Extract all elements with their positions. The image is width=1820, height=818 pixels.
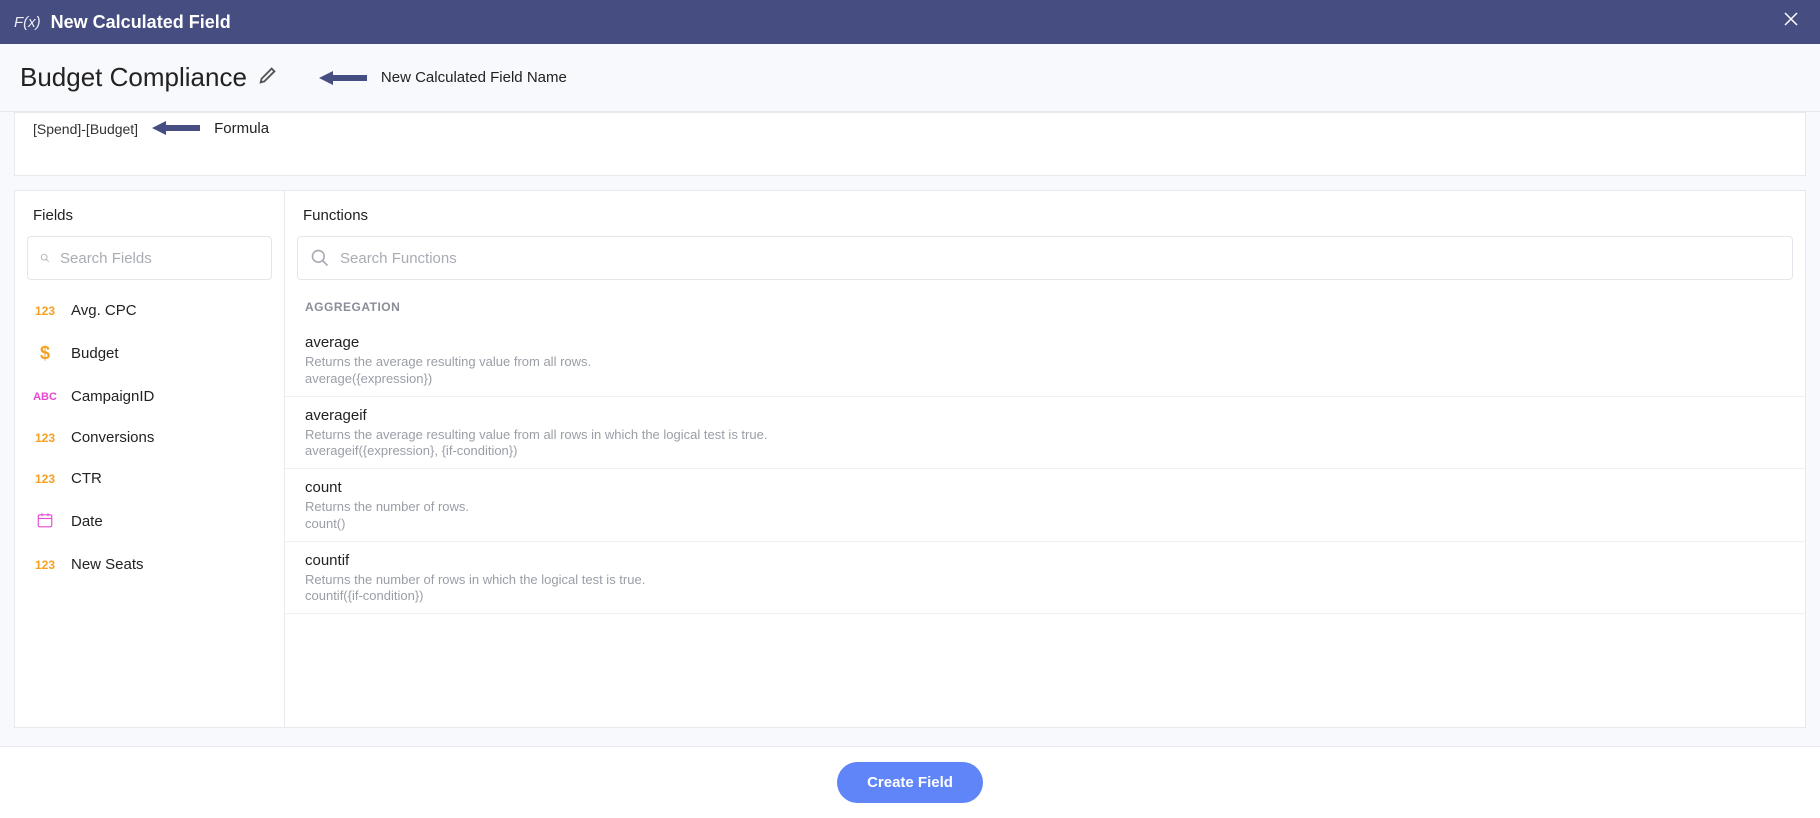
function-signature: averageif({expression}, {if-condition}) [305, 443, 1785, 458]
search-icon [40, 248, 50, 268]
functions-list: average Returns the average resulting val… [285, 324, 1805, 614]
function-name: countif [305, 552, 1785, 569]
fields-search-input[interactable] [60, 250, 259, 267]
annotation-name-text: New Calculated Field Name [381, 69, 567, 86]
field-type-icon: 123 [31, 304, 59, 318]
formula-text: [Spend]-[Budget] [33, 121, 138, 137]
function-name: average [305, 334, 1785, 351]
formula-editor[interactable]: [Spend]-[Budget] Formula [14, 112, 1806, 176]
calculated-field-name: Budget Compliance [20, 62, 247, 93]
field-item[interactable]: 123 New Seats [15, 544, 284, 585]
footer: Create Field [0, 746, 1820, 818]
field-label: New Seats [71, 556, 144, 573]
functions-panel: Functions AGGREGATION average Returns the… [284, 190, 1806, 728]
titlebar: F(x) New Calculated Field [0, 0, 1820, 44]
function-item[interactable]: count Returns the number of rows.count() [285, 469, 1805, 542]
function-signature: average({expression}) [305, 371, 1785, 386]
panels: Fields 123Avg. CPC$BudgetABCCampaignID12… [0, 176, 1820, 742]
annotation-name: New Calculated Field Name [319, 69, 567, 87]
field-label: Budget [71, 345, 119, 362]
field-item[interactable]: $ Budget [15, 331, 284, 376]
function-desc: Returns the average resulting value from… [305, 353, 1785, 371]
field-type-icon [31, 511, 59, 532]
annotation-formula-text: Formula [214, 120, 269, 137]
fields-search[interactable] [27, 236, 272, 280]
dialog-title: New Calculated Field [51, 12, 1782, 33]
edit-name-icon[interactable] [257, 64, 279, 91]
function-item[interactable]: countif Returns the number of rows in whi… [285, 542, 1805, 615]
name-row: Budget Compliance New Calculated Field N… [0, 44, 1820, 112]
fields-panel-title: Fields [15, 191, 284, 236]
field-type-icon: 123 [31, 558, 59, 572]
field-label: CampaignID [71, 388, 154, 405]
functions-panel-title: Functions [285, 191, 1805, 236]
function-item[interactable]: averageif Returns the average resulting v… [285, 397, 1805, 470]
field-item[interactable]: 123 Avg. CPC [15, 290, 284, 331]
field-type-icon: 123 [31, 472, 59, 486]
field-type-icon: ABC [31, 391, 59, 403]
function-desc: Returns the number of rows. [305, 498, 1785, 516]
functions-section-title: AGGREGATION [285, 290, 1805, 324]
field-item[interactable]: 123 CTR [15, 458, 284, 499]
create-field-button[interactable]: Create Field [837, 762, 983, 803]
field-item[interactable]: Date [15, 499, 284, 544]
close-icon[interactable] [1782, 10, 1806, 34]
field-item[interactable]: ABC CampaignID [15, 376, 284, 417]
annotation-formula: Formula [152, 119, 269, 137]
function-desc: Returns the average resulting value from… [305, 426, 1785, 444]
functions-search[interactable] [297, 236, 1793, 280]
field-label: Avg. CPC [71, 302, 137, 319]
field-type-icon: 123 [31, 431, 59, 445]
field-type-icon: $ [31, 343, 59, 364]
search-icon [310, 248, 330, 268]
function-item[interactable]: average Returns the average resulting val… [285, 324, 1805, 397]
function-name: count [305, 479, 1785, 496]
function-signature: count() [305, 516, 1785, 531]
field-item[interactable]: 123 Conversions [15, 417, 284, 458]
function-name: averageif [305, 407, 1785, 424]
field-label: Conversions [71, 429, 154, 446]
function-signature: countif({if-condition}) [305, 588, 1785, 603]
fx-label: F(x) [14, 14, 41, 31]
functions-search-input[interactable] [340, 250, 1780, 267]
field-label: CTR [71, 470, 102, 487]
field-label: Date [71, 513, 103, 530]
fields-list: 123 Avg. CPC $ Budget ABC CampaignID 123 Conver… [15, 290, 284, 585]
function-desc: Returns the number of rows in which the … [305, 571, 1785, 589]
fields-panel: Fields 123Avg. CPC$BudgetABCCampaignID12… [14, 190, 284, 728]
